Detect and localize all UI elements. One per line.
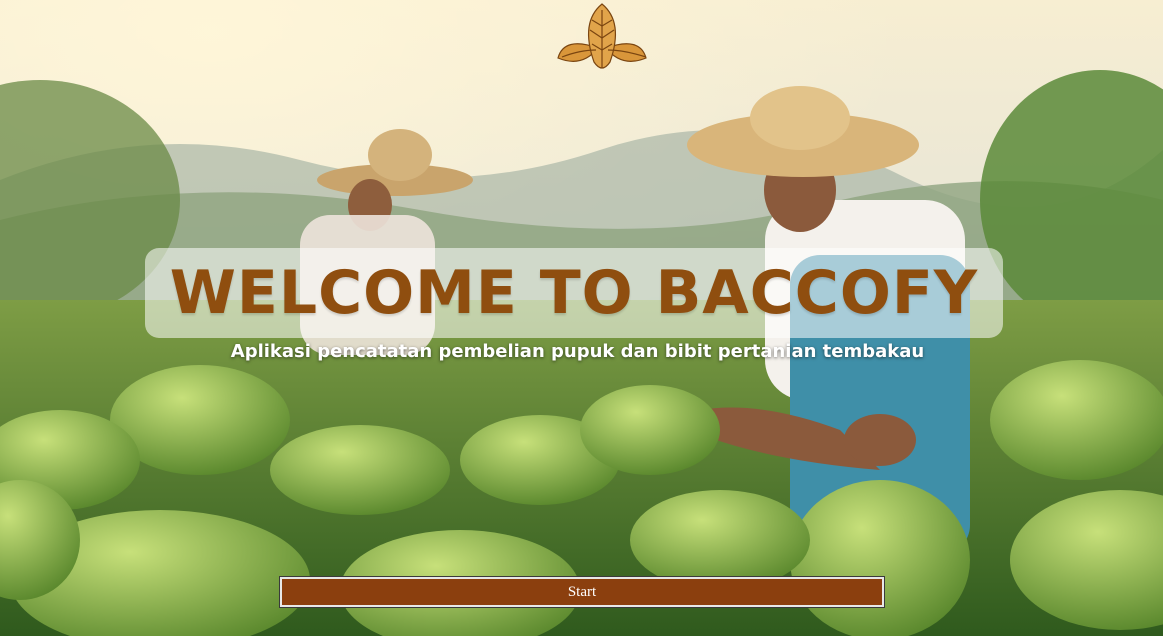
welcome-screen: WELCOME TO BACCOFY Aplikasi pencatatan p… <box>0 0 1163 636</box>
welcome-title: WELCOME TO BACCOFY <box>169 258 979 328</box>
start-button[interactable]: Start <box>279 576 885 608</box>
tobacco-leaves-logo <box>557 3 647 69</box>
welcome-banner: WELCOME TO BACCOFY <box>145 248 1003 338</box>
app-description: Aplikasi pencatatan pembelian pupuk dan … <box>230 341 925 362</box>
